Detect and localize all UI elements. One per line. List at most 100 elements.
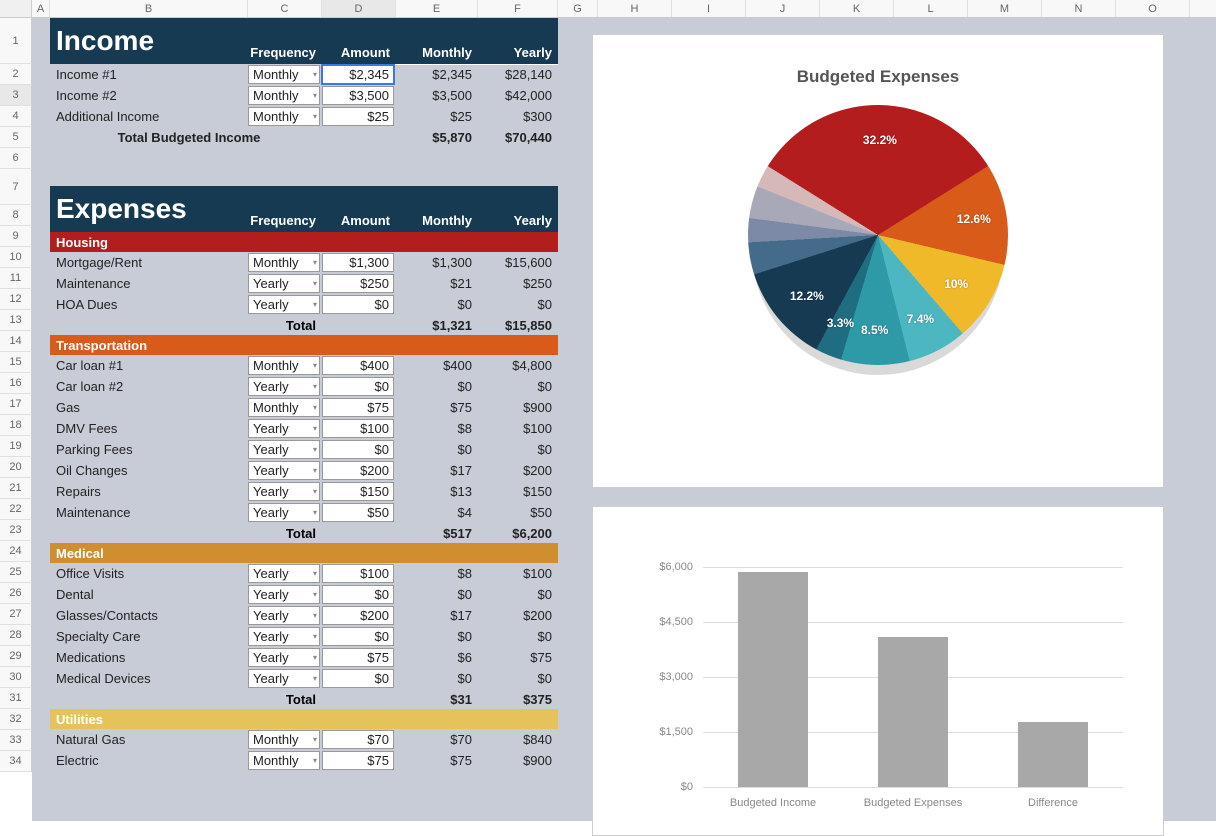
frequency-dropdown[interactable]: Yearly▾ <box>248 648 320 667</box>
amount-input[interactable]: $200 <box>322 606 394 625</box>
row-header[interactable]: 19 <box>0 436 32 457</box>
column-header[interactable]: I <box>672 0 746 17</box>
amount-input[interactable]: $1,300 <box>322 253 394 272</box>
row-header[interactable]: 16 <box>0 373 32 394</box>
frequency-dropdown[interactable]: Yearly▾ <box>248 377 320 396</box>
amount-input[interactable]: $25 <box>322 107 394 126</box>
row-header[interactable]: 2 <box>0 64 32 85</box>
row-header[interactable]: 14 <box>0 331 32 352</box>
amount-input[interactable]: $75 <box>322 648 394 667</box>
row-label: Additional Income <box>50 106 248 127</box>
frequency-dropdown[interactable]: Monthly▾ <box>248 86 320 105</box>
row-header[interactable]: 20 <box>0 457 32 478</box>
amount-input[interactable]: $0 <box>322 627 394 646</box>
row-header[interactable]: 18 <box>0 415 32 436</box>
frequency-dropdown[interactable]: Monthly▾ <box>248 356 320 375</box>
amount-input[interactable]: $70 <box>322 730 394 749</box>
frequency-dropdown[interactable]: Monthly▾ <box>248 253 320 272</box>
row-header[interactable]: 6 <box>0 148 32 169</box>
row-header[interactable]: 33 <box>0 730 32 751</box>
row-header[interactable]: 21 <box>0 478 32 499</box>
amount-input[interactable]: $250 <box>322 274 394 293</box>
row-header[interactable]: 1 <box>0 18 32 64</box>
column-header[interactable]: B <box>50 0 248 17</box>
frequency-dropdown[interactable]: Yearly▾ <box>248 274 320 293</box>
row-header[interactable]: 12 <box>0 289 32 310</box>
amount-input[interactable]: $100 <box>322 419 394 438</box>
row-header[interactable]: 26 <box>0 583 32 604</box>
amount-input[interactable]: $50 <box>322 503 394 522</box>
row-header[interactable]: 8 <box>0 205 32 226</box>
row-header[interactable]: 29 <box>0 646 32 667</box>
monthly-value: $0 <box>396 294 478 315</box>
amount-input[interactable]: $75 <box>322 751 394 770</box>
column-header[interactable]: D <box>322 0 396 17</box>
column-header[interactable]: F <box>478 0 558 17</box>
frequency-dropdown[interactable]: Yearly▾ <box>248 482 320 501</box>
amount-input[interactable]: $2,345 <box>322 65 394 84</box>
column-header[interactable]: P <box>1190 0 1216 17</box>
frequency-dropdown[interactable]: Yearly▾ <box>248 461 320 480</box>
row-header[interactable]: 24 <box>0 541 32 562</box>
amount-input[interactable]: $3,500 <box>322 86 394 105</box>
amount-input[interactable]: $400 <box>322 356 394 375</box>
row-header[interactable]: 34 <box>0 751 32 772</box>
column-header[interactable]: N <box>1042 0 1116 17</box>
row-header[interactable]: 32 <box>0 709 32 730</box>
frequency-dropdown[interactable]: Yearly▾ <box>248 606 320 625</box>
frequency-dropdown[interactable]: Monthly▾ <box>248 65 320 84</box>
row-header[interactable]: 5 <box>0 127 32 148</box>
bar-chart-ytick: $3,000 <box>633 671 693 683</box>
frequency-dropdown[interactable]: Yearly▾ <box>248 295 320 314</box>
frequency-dropdown[interactable]: Monthly▾ <box>248 751 320 770</box>
amount-input[interactable]: $0 <box>322 669 394 688</box>
row-header[interactable]: 13 <box>0 310 32 331</box>
column-header[interactable]: G <box>558 0 598 17</box>
column-header[interactable]: K <box>820 0 894 17</box>
row-header[interactable]: 4 <box>0 106 32 127</box>
column-header[interactable]: L <box>894 0 968 17</box>
column-header[interactable]: J <box>746 0 820 17</box>
column-header[interactable]: E <box>396 0 478 17</box>
column-header[interactable]: A <box>32 0 50 17</box>
frequency-dropdown[interactable]: Yearly▾ <box>248 627 320 646</box>
column-header[interactable]: C <box>248 0 322 17</box>
frequency-dropdown[interactable]: Yearly▾ <box>248 503 320 522</box>
row-header[interactable]: 31 <box>0 688 32 709</box>
data-row: Natural GasMonthly▾$70$70$840 <box>50 729 558 750</box>
row-header[interactable]: 10 <box>0 247 32 268</box>
row-header[interactable]: 3 <box>0 85 32 106</box>
row-header[interactable]: 30 <box>0 667 32 688</box>
row-header[interactable]: 23 <box>0 520 32 541</box>
amount-input[interactable]: $75 <box>322 398 394 417</box>
column-header[interactable]: H <box>598 0 672 17</box>
row-header[interactable]: 9 <box>0 226 32 247</box>
column-header[interactable]: M <box>968 0 1042 17</box>
select-all-corner[interactable] <box>0 0 32 18</box>
row-header[interactable]: 11 <box>0 268 32 289</box>
amount-input[interactable]: $0 <box>322 295 394 314</box>
amount-input[interactable]: $200 <box>322 461 394 480</box>
row-header[interactable]: 15 <box>0 352 32 373</box>
amount-input[interactable]: $0 <box>322 377 394 396</box>
row-header[interactable]: 17 <box>0 394 32 415</box>
sheet-grid[interactable]: Income Frequency Amount Monthly Yearly I… <box>32 18 1216 821</box>
frequency-dropdown[interactable]: Yearly▾ <box>248 419 320 438</box>
amount-input[interactable]: $150 <box>322 482 394 501</box>
frequency-dropdown[interactable]: Yearly▾ <box>248 440 320 459</box>
amount-input[interactable]: $0 <box>322 585 394 604</box>
column-header[interactable]: O <box>1116 0 1190 17</box>
frequency-dropdown[interactable]: Monthly▾ <box>248 107 320 126</box>
frequency-dropdown[interactable]: Monthly▾ <box>248 730 320 749</box>
row-header[interactable]: 27 <box>0 604 32 625</box>
frequency-dropdown[interactable]: Yearly▾ <box>248 669 320 688</box>
row-header[interactable]: 28 <box>0 625 32 646</box>
row-header[interactable]: 22 <box>0 499 32 520</box>
row-header[interactable]: 7 <box>0 169 32 205</box>
amount-input[interactable]: $0 <box>322 440 394 459</box>
row-header[interactable]: 25 <box>0 562 32 583</box>
frequency-dropdown[interactable]: Yearly▾ <box>248 564 320 583</box>
frequency-dropdown[interactable]: Monthly▾ <box>248 398 320 417</box>
frequency-dropdown[interactable]: Yearly▾ <box>248 585 320 604</box>
amount-input[interactable]: $100 <box>322 564 394 583</box>
